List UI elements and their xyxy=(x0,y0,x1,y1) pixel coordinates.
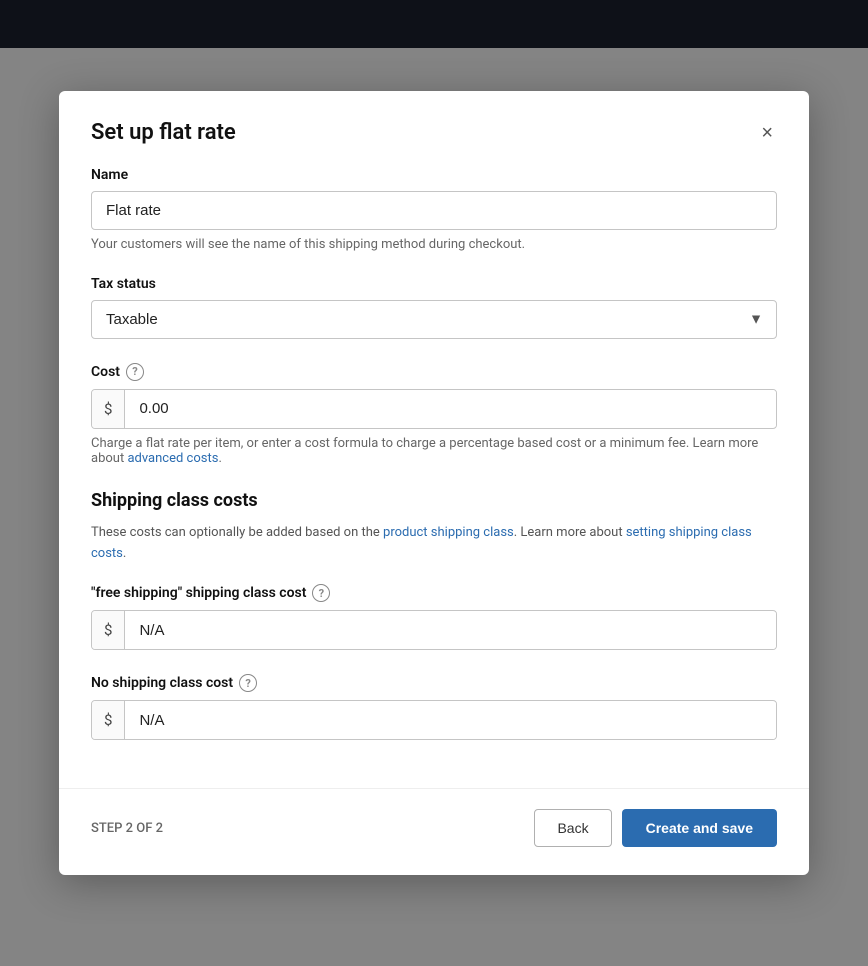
no-shipping-help-icon: ? xyxy=(239,674,257,692)
cost-currency-symbol: $ xyxy=(92,390,125,428)
free-shipping-currency-symbol: $ xyxy=(92,611,125,649)
back-button[interactable]: Back xyxy=(534,809,611,847)
no-shipping-field-group: No shipping class cost ? $ xyxy=(91,674,777,740)
footer-buttons: Back Create and save xyxy=(534,809,777,847)
no-shipping-input-wrapper: $ xyxy=(91,700,777,740)
modal-dialog: Set up flat rate × Name Your customers w… xyxy=(59,91,809,876)
free-shipping-field-group: "free shipping" shipping class cost ? $ xyxy=(91,584,777,650)
tax-status-label: Tax status xyxy=(91,276,777,292)
modal-overlay: Set up flat rate × Name Your customers w… xyxy=(0,0,868,966)
modal-header: Set up flat rate × xyxy=(59,91,809,167)
name-label: Name xyxy=(91,167,777,183)
cost-hint: Charge a flat rate per item, or enter a … xyxy=(91,436,777,466)
product-shipping-class-link[interactable]: product shipping class xyxy=(383,525,514,540)
modal-footer: STEP 2 OF 2 Back Create and save xyxy=(59,788,809,875)
shipping-class-section: Shipping class costs These costs can opt… xyxy=(91,490,777,741)
free-shipping-help-icon: ? xyxy=(312,584,330,602)
tax-status-select[interactable]: Taxable None xyxy=(91,300,777,339)
shipping-class-intro: These costs can optionally be added base… xyxy=(91,523,777,565)
cost-input-wrapper: $ xyxy=(91,389,777,429)
free-shipping-label: "free shipping" shipping class cost ? xyxy=(91,584,777,602)
create-and-save-button[interactable]: Create and save xyxy=(622,809,777,847)
cost-help-icon: ? xyxy=(126,363,144,381)
modal-title: Set up flat rate xyxy=(91,120,236,145)
cost-input[interactable] xyxy=(125,390,776,427)
advanced-costs-link[interactable]: advanced costs xyxy=(127,451,218,466)
close-button[interactable]: × xyxy=(757,119,777,147)
free-shipping-input-wrapper: $ xyxy=(91,610,777,650)
no-shipping-input[interactable] xyxy=(125,702,776,739)
modal-body: Name Your customers will see the name of… xyxy=(59,167,809,789)
name-hint: Your customers will see the name of this… xyxy=(91,237,777,252)
shipping-class-heading: Shipping class costs xyxy=(91,490,777,511)
tax-status-wrapper: Taxable None ▼ xyxy=(91,300,777,339)
no-shipping-label: No shipping class cost ? xyxy=(91,674,777,692)
tax-status-field-group: Tax status Taxable None ▼ xyxy=(91,276,777,339)
name-input[interactable] xyxy=(91,191,777,230)
cost-field-group: Cost ? $ Charge a flat rate per item, or… xyxy=(91,363,777,466)
step-indicator: STEP 2 OF 2 xyxy=(91,821,163,836)
no-shipping-currency-symbol: $ xyxy=(92,701,125,739)
free-shipping-input[interactable] xyxy=(125,612,776,649)
cost-label: Cost ? xyxy=(91,363,777,381)
name-field-group: Name Your customers will see the name of… xyxy=(91,167,777,252)
